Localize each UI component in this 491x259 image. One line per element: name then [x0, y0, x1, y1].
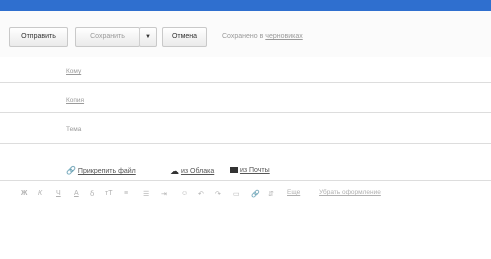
from-cloud-link[interactable]: из Облака [181, 168, 214, 175]
caret-down-icon: ▼ [145, 34, 151, 40]
remove-formatting-link[interactable]: Убрать оформление [319, 189, 381, 196]
italic-button[interactable]: К [38, 190, 42, 197]
text-color-button[interactable]: А [74, 190, 79, 197]
drafts-link[interactable]: черновиках [265, 33, 302, 40]
from-mail-item[interactable]: из Почты [230, 164, 270, 178]
subject-field-divider [0, 143, 491, 144]
cloud-icon: ☁ [170, 166, 179, 176]
font-size-button[interactable]: тТ [105, 190, 112, 197]
underline-button[interactable]: Ч [56, 190, 61, 197]
message-body-editor[interactable] [0, 211, 491, 259]
undo-button[interactable]: ↶ [198, 190, 204, 198]
cc-field-divider [0, 112, 491, 113]
align-button[interactable]: ≡ [124, 190, 128, 197]
cancel-button[interactable]: Отмена [162, 27, 207, 47]
attach-file-link[interactable]: Прикрепить файл [78, 168, 136, 175]
to-field-label[interactable]: Кому [66, 68, 81, 75]
clear-format-button[interactable]: ⇵ [268, 190, 274, 198]
send-button[interactable]: Отправить [9, 27, 68, 47]
emoji-button[interactable]: ☺ [181, 190, 188, 197]
template-button[interactable]: ▭ [233, 190, 240, 198]
format-toolbar [0, 183, 491, 211]
link-button[interactable]: 🔗 [251, 190, 260, 198]
list-button[interactable]: ☰ [143, 190, 149, 198]
save-button[interactable]: Сохранить [75, 27, 140, 47]
to-field-divider [0, 82, 491, 83]
cc-field-label[interactable]: Копия [66, 97, 84, 104]
attach-file-item[interactable]: 🔗 Прикрепить файл [66, 164, 136, 179]
from-cloud-item[interactable]: ☁ из Облака [170, 164, 214, 179]
top-accent-bar [0, 0, 491, 11]
subject-field-label[interactable]: Тема [66, 126, 81, 133]
paperclip-icon: 🔗 [66, 166, 76, 175]
save-options-button[interactable]: ▼ [139, 27, 157, 47]
bold-button[interactable]: Ж [21, 190, 27, 197]
saved-status-text: Сохранено в [222, 33, 266, 40]
indent-button[interactable]: ⇥ [161, 190, 167, 198]
attachments-divider [0, 180, 491, 181]
saved-status: Сохранено в черновиках [222, 27, 303, 47]
mail-icon [230, 167, 238, 174]
redo-button[interactable]: ↷ [215, 190, 221, 198]
from-mail-link[interactable]: из Почты [240, 167, 270, 174]
bg-color-button[interactable]: ẟ [90, 190, 94, 198]
more-button[interactable]: Еще [287, 189, 300, 196]
